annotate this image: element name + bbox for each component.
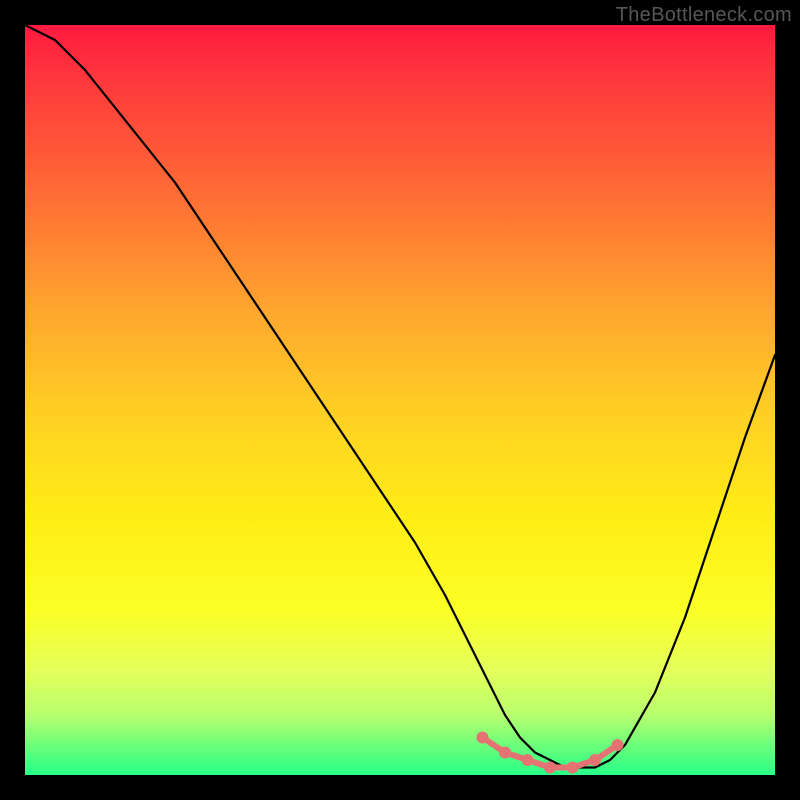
watermark-text: TheBottleneck.com xyxy=(616,4,792,27)
chart-background-gradient xyxy=(25,25,775,775)
chart-container: TheBottleneck.com xyxy=(0,0,800,800)
